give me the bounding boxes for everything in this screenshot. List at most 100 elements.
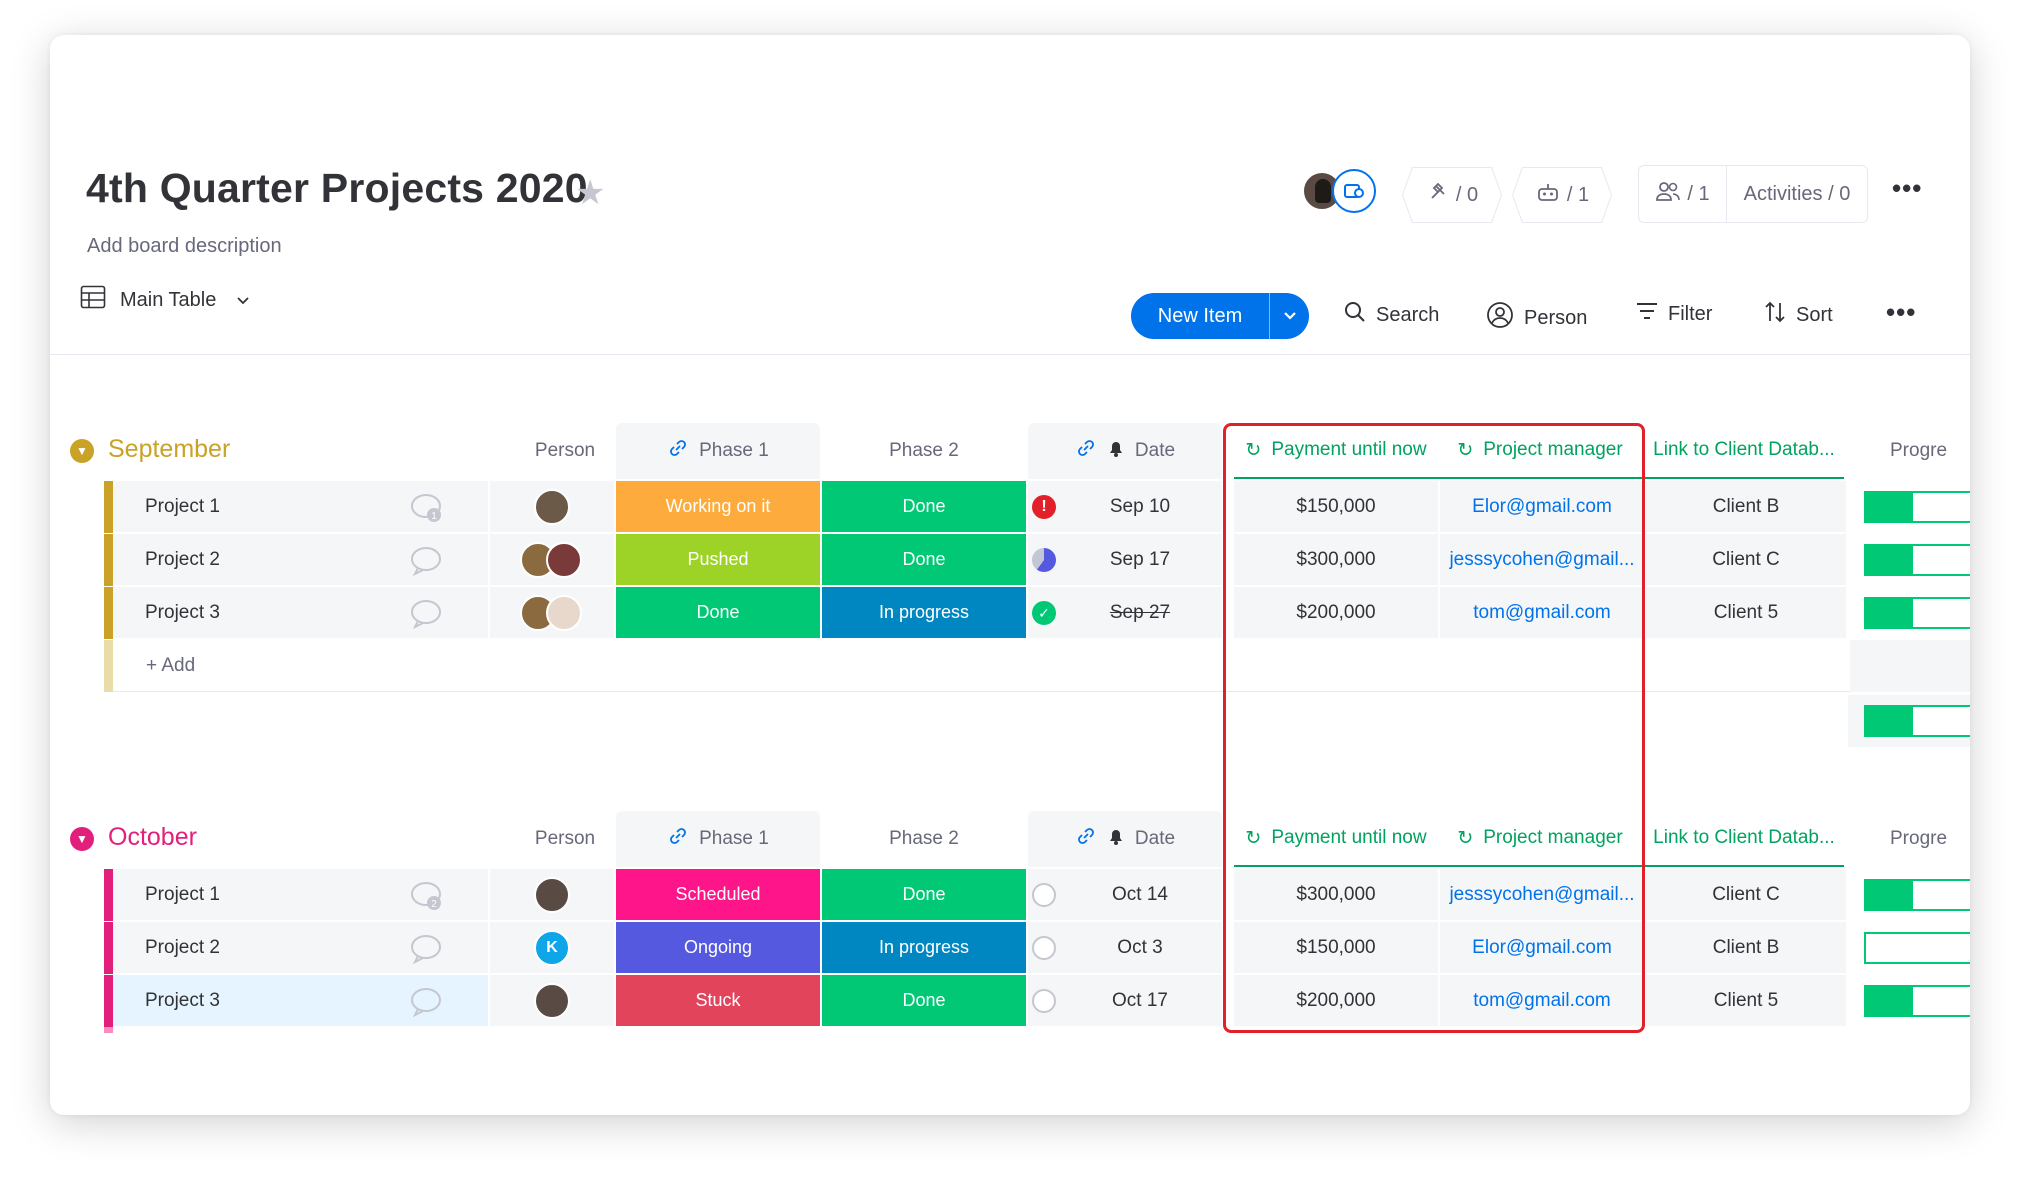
date-cell[interactable]: Sep 27 [1028, 587, 1222, 639]
manager-cell[interactable]: Elor@gmail.com [1440, 481, 1644, 533]
updates-bubble-icon[interactable] [410, 987, 444, 1024]
mirror-icon: ↻ [1457, 827, 1474, 849]
column-header-manager[interactable]: ↻ Project manager [1438, 423, 1642, 479]
person-cell[interactable] [490, 975, 614, 1027]
column-header-client-link[interactable]: Link to Client Datab... [1644, 423, 1844, 479]
status-phase1[interactable]: Pushed [616, 534, 820, 586]
status-phase2[interactable]: In progress [822, 922, 1026, 974]
date-cell[interactable]: Oct 17 [1028, 975, 1222, 1027]
activities-button[interactable]: Activities / 0 [1727, 183, 1867, 206]
table-row[interactable]: Project 2 Pushed Done Sep 17 $300,000 je… [50, 534, 1970, 586]
status-phase2[interactable]: Done [822, 481, 1026, 533]
column-header-client-link[interactable]: Link to Client Datab... [1644, 811, 1844, 867]
add-item-row[interactable]: + Add [50, 640, 1970, 692]
group-color-bar [104, 587, 113, 639]
client-link-cell[interactable]: Client C [1646, 534, 1846, 586]
client-link-cell[interactable]: Client 5 [1646, 587, 1846, 639]
person-cell[interactable] [490, 481, 614, 533]
board-menu-more-icon[interactable]: ••• [1892, 173, 1922, 204]
board-subscribers[interactable] [1302, 169, 1382, 215]
person-cell[interactable] [490, 869, 614, 921]
date-cell[interactable]: Oct 14 [1028, 869, 1222, 921]
column-header-progress[interactable]: Progre [1850, 423, 1970, 479]
client-link-cell[interactable]: Client C [1646, 869, 1846, 921]
person-filter-button[interactable]: Person [1486, 301, 1587, 335]
filter-button[interactable]: Filter [1636, 301, 1712, 327]
client-link-cell[interactable]: Client B [1646, 922, 1846, 974]
date-value: Sep 10 [1109, 495, 1171, 517]
progress-cell [1848, 587, 1970, 639]
date-cell[interactable]: Oct 3 [1028, 922, 1222, 974]
column-header-phase1[interactable]: Phase 1 [616, 811, 820, 867]
board-title[interactable]: 4th Quarter Projects 2020 [86, 165, 588, 212]
table-row[interactable]: Project 3 Done In progress Sep 27 ✓ $200… [50, 587, 1970, 639]
column-header-label: Project manager [1483, 827, 1623, 848]
mirror-icon: ↻ [1245, 827, 1262, 849]
integrations-button[interactable]: / 0 [1402, 167, 1502, 223]
chevron-down-icon[interactable]: ▼ [70, 827, 94, 851]
board-description[interactable]: Add board description [87, 235, 282, 258]
chevron-down-icon[interactable]: ▼ [70, 439, 94, 463]
status-phase1[interactable]: Working on it [616, 481, 820, 533]
chevron-down-icon[interactable] [1269, 293, 1309, 339]
manager-cell[interactable]: jesssycohen@gmail... [1440, 869, 1644, 921]
column-header-phase2[interactable]: Phase 2 [822, 423, 1026, 479]
manager-cell[interactable]: jesssycohen@gmail... [1440, 534, 1644, 586]
group-title[interactable]: September [108, 435, 230, 464]
group-color-bar [104, 481, 113, 533]
status-phase2[interactable]: Done [822, 975, 1026, 1027]
status-phase2[interactable]: Done [822, 534, 1026, 586]
updates-bubble-icon[interactable]: 2 [410, 881, 444, 918]
status-phase1[interactable]: Ongoing [616, 922, 820, 974]
view-tab-main-table[interactable]: Main Table [80, 285, 250, 315]
manager-cell[interactable]: Elor@gmail.com [1440, 922, 1644, 974]
date-cell[interactable]: Sep 17 [1028, 534, 1222, 586]
sort-button[interactable]: Sort [1764, 301, 1833, 329]
column-header-progress[interactable]: Progre [1850, 811, 1970, 867]
updates-bubble-icon[interactable]: 1 [410, 493, 444, 530]
table-row[interactable]: Project 1 1 Working on it Done Sep 10 ! … [50, 481, 1970, 533]
table-row[interactable]: Project 2 K Ongoing In progress Oct 3 $1… [50, 922, 1970, 974]
manager-cell[interactable]: tom@gmail.com [1440, 975, 1644, 1027]
new-item-button[interactable]: New Item [1131, 293, 1309, 339]
status-phase2[interactable]: In progress [822, 587, 1026, 639]
status-phase1[interactable]: Done [616, 587, 820, 639]
column-header-date[interactable]: Date [1028, 423, 1222, 479]
person-cell[interactable]: K [490, 922, 614, 974]
search-button[interactable]: Search [1344, 301, 1439, 329]
updates-bubble-icon[interactable] [410, 546, 444, 583]
updates-count: 1 [431, 511, 437, 522]
status-phase1[interactable]: Stuck [616, 975, 820, 1027]
column-header-date[interactable]: Date [1028, 811, 1222, 867]
add-item-label[interactable]: + Add [146, 655, 195, 677]
updates-bubble-icon[interactable] [410, 934, 444, 971]
empty-status-circle-icon [1032, 989, 1056, 1013]
client-link-cell[interactable]: Client 5 [1646, 975, 1846, 1027]
column-header-payment[interactable]: ↻ Payment until now [1234, 811, 1438, 867]
toolbar-more-icon[interactable]: ••• [1886, 297, 1916, 328]
chevron-down-icon[interactable] [236, 289, 250, 312]
table-row[interactable]: Project 1 2 Scheduled Done Oct 14 $300,0… [50, 869, 1970, 921]
person-cell[interactable] [490, 534, 614, 586]
column-header-manager[interactable]: ↻ Project manager [1438, 811, 1642, 867]
person-cell[interactable] [490, 587, 614, 639]
date-cell[interactable]: Sep 10 [1028, 481, 1222, 533]
column-header-phase1[interactable]: Phase 1 [616, 423, 820, 479]
date-value: Sep 17 [1109, 548, 1171, 570]
group-title[interactable]: October [108, 823, 197, 852]
updates-bubble-icon[interactable] [410, 599, 444, 636]
favorite-star-icon[interactable]: ★ [575, 173, 605, 213]
client-link-cell[interactable]: Client B [1646, 481, 1846, 533]
automations-button[interactable]: / 1 [1512, 167, 1612, 223]
column-header-phase2[interactable]: Phase 2 [822, 811, 1026, 867]
column-header-payment[interactable]: ↻ Payment until now [1234, 423, 1438, 479]
watch-icon [1332, 169, 1376, 213]
column-header-label: Date [1134, 828, 1176, 849]
table-row[interactable]: Project 3 Stuck Done Oct 17 $200,000 tom… [50, 975, 1970, 1027]
column-header-label: Payment until now [1271, 827, 1427, 848]
status-phase1[interactable]: Scheduled [616, 869, 820, 921]
manager-cell[interactable]: tom@gmail.com [1440, 587, 1644, 639]
status-phase2[interactable]: Done [822, 869, 1026, 921]
members-button[interactable]: / 1 [1639, 166, 1727, 222]
link-icon [1075, 437, 1097, 465]
